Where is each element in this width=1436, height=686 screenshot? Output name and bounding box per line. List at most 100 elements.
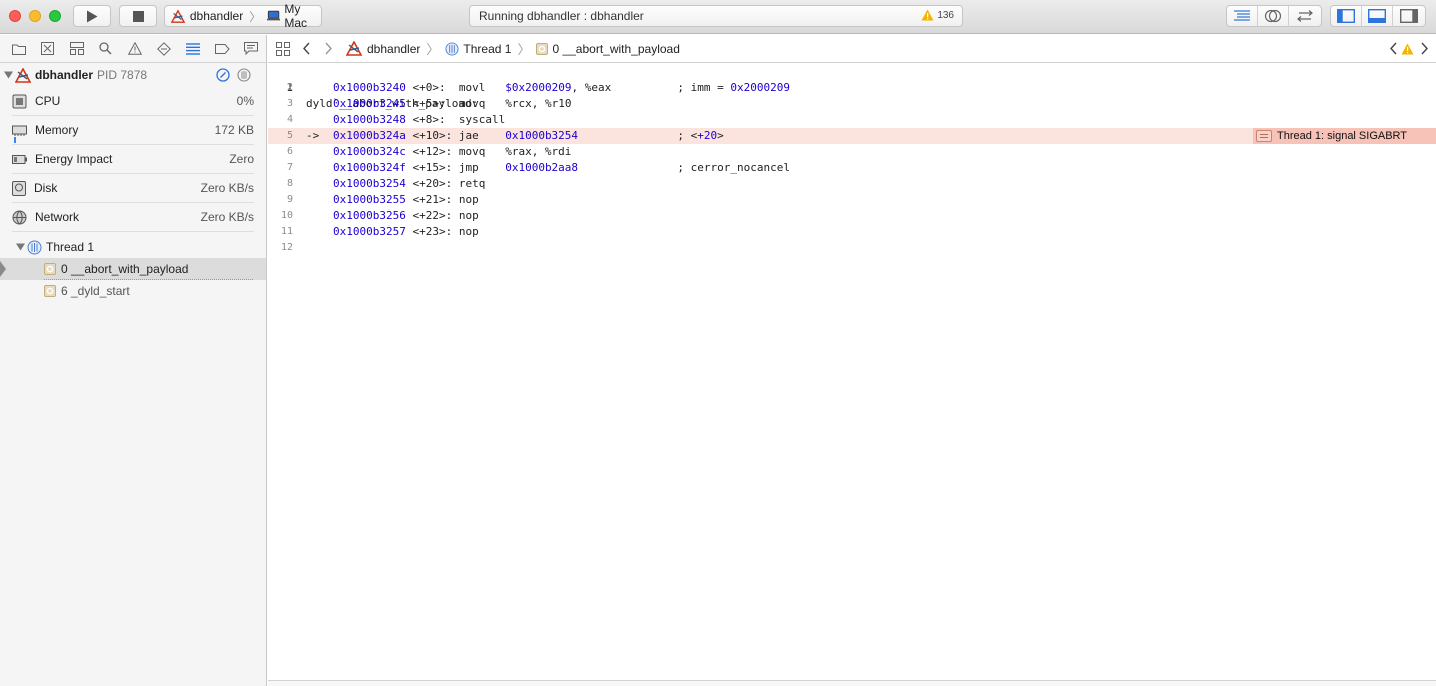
stop-icon <box>132 10 144 22</box>
disassembly-editor[interactable]: 1 dyld`__abort_with_payload: 2 0x1000b324… <box>268 64 1436 680</box>
app-target-icon <box>171 8 186 23</box>
report-icon <box>244 42 259 55</box>
stack-frame-row[interactable]: 6 _dyld_start <box>0 280 266 302</box>
code-line: 4 0x1000b3248 <+8>: syscall <box>268 112 1436 128</box>
related-items-icon[interactable] <box>276 41 290 56</box>
chevron-right-icon: 〉 <box>249 9 262 24</box>
disclosure-triangle-icon[interactable] <box>4 71 13 79</box>
instruction-text: 0x1000b3256 <+22>: nop <box>333 208 479 224</box>
address-literal: 0x2000209 <box>730 81 791 94</box>
gauge-energy[interactable]: Energy Impact Zero <box>12 145 254 174</box>
gauge-disk[interactable]: Disk Zero KB/s <box>12 174 254 203</box>
instruction-text: 0x1000b3255 <+21>: nop <box>333 192 479 208</box>
energy-icon <box>12 154 27 164</box>
chevron-right-icon: 〉 <box>426 42 440 57</box>
source-control-icon <box>41 42 55 55</box>
toggle-debug-area-button[interactable] <box>1362 6 1393 26</box>
tab-tests[interactable] <box>150 37 179 61</box>
instruction-part: , %eax ; imm = <box>571 81 731 94</box>
toggle-utilities-button[interactable] <box>1393 6 1424 26</box>
gauge-network[interactable]: Network Zero KB/s <box>12 203 254 232</box>
process-row[interactable]: dbhandler PID 7878 <box>0 63 266 87</box>
gauge-cpu[interactable]: CPU 0% <box>12 87 254 116</box>
instruction-text: 0x1000b3257 <+23>: nop <box>333 224 479 240</box>
instruction-part: retq <box>452 177 486 190</box>
code-line: 2 0x1000b3240 <+0>: movl $0x2000209, %eax… <box>268 80 1436 96</box>
tab-source-control[interactable] <box>33 37 62 61</box>
stop-button[interactable] <box>119 5 157 27</box>
breadcrumb-project[interactable]: dbhandler <box>346 41 420 56</box>
breadcrumb-thread[interactable]: Thread 1 <box>445 42 511 56</box>
address-literal: 0x1000b3257 <box>333 225 406 238</box>
warning-counter[interactable]: 136 <box>921 9 954 21</box>
app-target-icon <box>346 41 363 56</box>
stack-frame-label: 0 __abort_with_payload <box>61 262 189 276</box>
gauge-mode-icon[interactable] <box>216 68 230 82</box>
panel-toggle-control <box>1330 5 1426 27</box>
gauge-memory[interactable]: Memory 172 KB <box>12 116 254 145</box>
annotation-icon <box>1256 130 1272 142</box>
disclosure-triangle-icon[interactable] <box>16 243 25 251</box>
scheme-target-label: dbhandler <box>189 9 244 23</box>
tab-project[interactable] <box>4 37 33 61</box>
assistant-editor-button[interactable] <box>1258 6 1289 26</box>
instruction-part: <+15>: <box>405 161 453 174</box>
gauge-label: Energy Impact <box>35 152 113 166</box>
version-editor-button[interactable] <box>1289 6 1320 26</box>
instruction-text: 0x1000b324a <+10>: jae 0x1000b3254 ; <+2… <box>333 128 724 144</box>
tab-debug[interactable] <box>179 37 208 61</box>
line-number: 5 <box>286 130 293 141</box>
code-line: 8 0x1000b3254 <+20>: retq <box>268 176 1436 192</box>
stack-frame-row[interactable]: 0 __abort_with_payload <box>0 258 266 280</box>
instruction-text: 0x1000b3254 <+20>: retq <box>333 176 485 192</box>
line-number: 8 <box>286 178 293 189</box>
instruction-part: <+10>: <box>405 129 453 142</box>
memory-icon <box>12 125 27 136</box>
exception-annotation[interactable]: Thread 1: signal SIGABRT <box>1253 128 1436 144</box>
gauge-value: Zero KB/s <box>200 210 254 224</box>
code-line: 12 <box>268 240 1436 256</box>
gauge-value: 0% <box>236 94 254 108</box>
instruction-part: jae <box>452 129 506 142</box>
thread-view-icon[interactable] <box>237 68 251 82</box>
assistant-editor-icon <box>1264 9 1282 23</box>
line-number: 7 <box>286 162 293 173</box>
gauge-label: Memory <box>35 123 79 137</box>
tab-issues[interactable] <box>120 37 149 61</box>
instruction-text: 0x1000b324c <+12>: movq %rax, %rdi <box>333 144 571 160</box>
tab-symbols[interactable] <box>62 37 91 61</box>
scheme-selector[interactable]: dbhandler 〉 My Mac <box>164 2 322 30</box>
selection-marker-icon <box>0 261 6 277</box>
debug-area-divider[interactable] <box>268 680 1436 686</box>
test-icon <box>157 41 172 56</box>
instruction-part: movl <box>445 81 506 94</box>
warning-icon[interactable] <box>1401 43 1414 55</box>
breadcrumb-label: 0 __abort_with_payload <box>552 41 680 56</box>
thread-row[interactable]: Thread 1 <box>0 236 266 258</box>
instruction-text: 0x1000b324f <+15>: jmp 0x1000b2aa8 ; cer… <box>333 160 790 176</box>
standard-editor-button[interactable] <box>1227 6 1258 26</box>
mac-icon <box>267 10 281 21</box>
warning-count: 136 <box>937 9 954 21</box>
address-literal: 0x1000b3240 <box>333 81 406 94</box>
warning-icon <box>127 42 142 55</box>
run-button[interactable] <box>73 5 111 27</box>
tab-reports[interactable] <box>237 37 266 61</box>
toggle-navigator-button[interactable] <box>1331 6 1362 26</box>
close-window-button[interactable] <box>9 10 21 22</box>
zoom-window-button[interactable] <box>49 10 61 22</box>
address-literal: 0x1000b3256 <box>333 209 406 222</box>
tab-breakpoints[interactable] <box>208 37 237 61</box>
current-instruction-line: 5 -> 0x1000b324a <+10>: jae 0x1000b3254 ; … <box>268 128 1436 144</box>
forward-arrow-icon[interactable] <box>324 42 333 55</box>
tab-find[interactable] <box>91 37 120 61</box>
breadcrumb-frame[interactable]: 0 __abort_with_payload <box>536 41 680 56</box>
code-line: 10 0x1000b3256 <+22>: nop <box>268 208 1436 224</box>
annotation-text: Thread 1: signal SIGABRT <box>1277 130 1408 142</box>
back-arrow-icon[interactable] <box>302 42 311 55</box>
previous-issue-icon[interactable] <box>1389 42 1398 55</box>
instruction-part: <+5>: <box>405 97 446 110</box>
stack-frame-label: 6 _dyld_start <box>61 284 130 298</box>
next-issue-icon[interactable] <box>1420 42 1429 55</box>
minimize-window-button[interactable] <box>29 10 41 22</box>
